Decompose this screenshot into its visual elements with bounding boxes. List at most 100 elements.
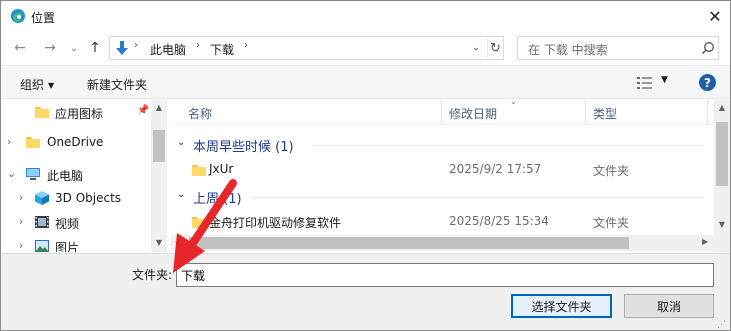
file-row[interactable]: JxUr 2025/9/2 17:57 文件夹	[171, 159, 714, 181]
select-folder-button[interactable]: 选择文件夹	[511, 294, 612, 318]
file-list-scrollbar[interactable]: ▲ ▼	[714, 100, 730, 252]
column-header-row: 名称 ⌄ 修改日期 类型	[171, 100, 714, 125]
folder-name-field[interactable]	[176, 263, 714, 287]
command-toolbar: 组织 ▼ 新建文件夹 ▼ ?	[1, 65, 730, 99]
scroll-up-icon[interactable]: ▲	[154, 103, 164, 112]
expand-chevron-icon[interactable]: ›	[19, 191, 23, 204]
arrow-right-icon: →	[44, 40, 56, 56]
caret-down-icon: ▼	[48, 81, 55, 90]
help-button[interactable]: ?	[699, 74, 716, 91]
refresh-icon: ↻	[490, 40, 501, 56]
column-divider[interactable]	[585, 100, 586, 125]
group-header[interactable]: ⌄ 上周 (1)	[171, 186, 714, 208]
breadcrumb-this-pc[interactable]: 此电脑	[150, 41, 186, 58]
column-header-name[interactable]: 名称	[188, 105, 212, 122]
nav-item-onedrive[interactable]: › OneDrive	[1, 130, 151, 154]
search-placeholder: 在 下载 中搜索	[528, 43, 608, 57]
close-button[interactable]: ✕	[701, 4, 729, 28]
dialog-footer: 文件夹: 选择文件夹 取消 ⋰	[1, 253, 730, 330]
breadcrumb-downloads[interactable]: 下载	[210, 41, 234, 58]
nav-item-label: 图片	[55, 241, 80, 252]
computer-icon	[26, 168, 40, 180]
horizontal-scrollbar[interactable]: ◀ ▶	[171, 235, 714, 251]
organize-label: 组织	[20, 78, 45, 92]
file-name: 金舟打印机驱动修复软件	[209, 216, 342, 230]
nav-item-label: 此电脑	[47, 169, 84, 183]
scroll-right-icon[interactable]: ▶	[702, 237, 708, 246]
file-row[interactable]: 金舟打印机驱动修复软件 2025/8/25 15:34 文件夹	[171, 211, 714, 233]
organize-menu[interactable]: 组织 ▼	[20, 76, 54, 93]
navigation-bar: ← → ⌄ ↑ › 此电脑 › 下载 › ⌄ ↻ 在 下载 中搜索	[1, 34, 730, 62]
window-title: 位置	[31, 11, 56, 25]
back-button[interactable]: ←	[11, 38, 29, 58]
scrollbar-thumb[interactable]	[189, 237, 629, 249]
refresh-button[interactable]: ↻	[487, 38, 503, 58]
resize-grip-icon[interactable]: ⋰	[717, 320, 726, 330]
arrow-up-icon: ↑	[89, 40, 101, 56]
breadcrumb-separator: ›	[134, 40, 138, 51]
file-type: 文件夹	[593, 216, 630, 230]
nav-item-this-pc[interactable]: ⌄ 此电脑	[1, 162, 151, 186]
folder-icon	[26, 137, 40, 148]
column-header-type[interactable]: 类型	[593, 105, 617, 122]
nav-item-videos[interactable]: › 视频	[1, 210, 151, 234]
collapse-chevron-icon[interactable]: ⌄	[177, 189, 185, 200]
scrollbar-thumb[interactable]	[153, 130, 165, 162]
folder-field-label: 文件夹:	[132, 268, 173, 282]
group-divider	[311, 145, 704, 146]
file-list: 名称 ⌄ 修改日期 类型 ⌄ 本周早些时候 (1) JxUr 2025/9/2 …	[171, 100, 730, 252]
expand-chevron-icon[interactable]: ›	[19, 239, 23, 252]
cube-icon	[35, 191, 49, 205]
view-options-icon[interactable]	[637, 76, 653, 90]
up-button[interactable]: ↑	[86, 38, 104, 58]
column-divider[interactable]	[707, 100, 708, 125]
breadcrumb-separator: ›	[196, 40, 200, 51]
nav-item-3d-objects[interactable]: › 3D Objects	[1, 186, 151, 210]
view-dropdown-icon[interactable]: ▼	[661, 75, 668, 85]
nav-item-app-icons[interactable]: 应用图标 📌	[1, 100, 151, 124]
arrow-left-icon: ←	[14, 40, 26, 56]
collapse-chevron-icon[interactable]: ⌄	[177, 137, 185, 148]
breadcrumb-separator: ›	[244, 40, 248, 51]
address-bar[interactable]: › 此电脑 › 下载 › ⌄ ↻	[109, 36, 504, 60]
chevron-down-icon: ⌄	[472, 43, 480, 53]
scroll-down-icon[interactable]: ▼	[154, 238, 164, 247]
expand-chevron-icon[interactable]: ›	[7, 135, 11, 148]
help-icon: ?	[704, 75, 711, 90]
nav-item-pictures[interactable]: › 图片	[1, 234, 151, 252]
scroll-down-icon[interactable]: ▼	[717, 220, 727, 229]
cancel-label: 取消	[656, 299, 681, 314]
close-icon: ✕	[708, 6, 722, 26]
edge-icon	[11, 9, 25, 23]
group-divider	[251, 197, 704, 198]
group-label: 上周 (1)	[193, 192, 242, 207]
navpane-scrollbar[interactable]: ▲ ▼	[151, 100, 167, 252]
expand-chevron-icon[interactable]: ›	[19, 215, 23, 228]
scrollbar-thumb[interactable]	[716, 122, 728, 186]
new-folder-button[interactable]: 新建文件夹	[87, 76, 147, 93]
address-dropdown-button[interactable]: ⌄	[469, 40, 483, 56]
title-bar: 位置 ✕	[1, 1, 730, 32]
search-input[interactable]: 在 下载 中搜索	[517, 36, 719, 60]
file-type: 文件夹	[593, 164, 630, 178]
column-divider[interactable]	[441, 100, 442, 125]
folder-icon	[35, 107, 49, 118]
navigation-pane: 应用图标 📌 › OneDrive ⌄ 此电脑 › 3D Objects › 视…	[1, 100, 167, 252]
group-header[interactable]: ⌄ 本周早些时候 (1)	[171, 134, 714, 156]
forward-button[interactable]: →	[41, 38, 59, 58]
recent-locations-button[interactable]: ⌄	[65, 38, 83, 58]
sort-indicator-icon: ⌄	[510, 100, 517, 106]
select-folder-label: 选择文件夹	[531, 299, 592, 314]
nav-item-label: 3D Objects	[55, 191, 122, 205]
chevron-down-icon: ⌄	[69, 42, 79, 54]
nav-item-label: 应用图标	[55, 107, 104, 121]
folder-icon	[192, 165, 206, 176]
cancel-button[interactable]: 取消	[624, 294, 714, 318]
nav-item-label: OneDrive	[47, 135, 104, 149]
nav-item-label: 视频	[55, 217, 80, 231]
collapse-chevron-icon[interactable]: ⌄	[7, 167, 16, 180]
video-icon	[35, 216, 49, 228]
scroll-left-icon[interactable]: ◀	[175, 237, 181, 246]
column-header-date[interactable]: 修改日期	[449, 105, 497, 122]
scroll-up-icon[interactable]: ▲	[717, 103, 727, 112]
